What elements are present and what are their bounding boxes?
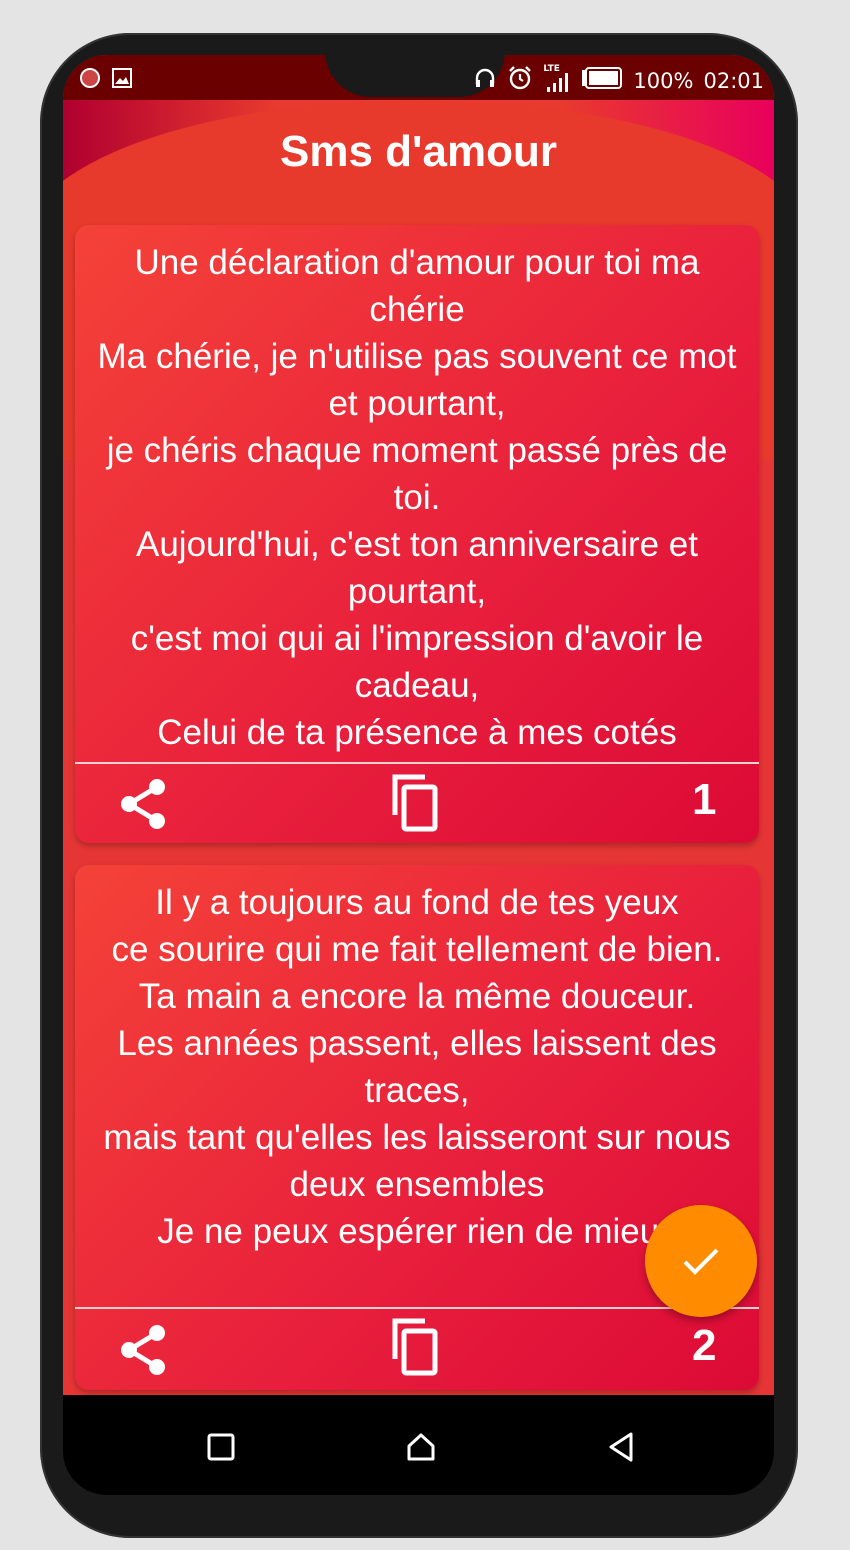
card-divider [75, 1307, 759, 1309]
home-button[interactable] [399, 1425, 443, 1469]
check-icon [683, 1248, 719, 1275]
share-button[interactable] [119, 1323, 169, 1381]
message-line: je chéris chaque moment passé près de to… [106, 431, 728, 517]
message-line: Aujourd'hui, c'est ton anniversaire et p… [135, 525, 699, 611]
copy-button[interactable] [389, 773, 441, 837]
message-number: 2 [692, 1321, 717, 1370]
share-icon [121, 1325, 165, 1375]
message-card: Une déclaration d'amour pour toi ma chér… [75, 225, 759, 843]
message-line: mais tant qu'elles les laisseront sur no… [103, 1118, 731, 1204]
copy-icon [392, 1318, 438, 1376]
message-text[interactable]: Une déclaration d'amour pour toi ma chér… [75, 239, 759, 759]
status-bar: LTE 100% 02:01 [63, 55, 774, 100]
message-number: 1 [692, 775, 717, 824]
image-icon [111, 67, 133, 94]
battery-percent: 100% [633, 68, 694, 93]
copy-button[interactable] [389, 1317, 441, 1381]
message-line: Ma chérie, je n'utilise pas souvent ce m… [97, 337, 737, 423]
message-line: Il y a toujours au fond de tes yeux [155, 883, 679, 922]
share-icon [121, 779, 165, 829]
back-button[interactable] [599, 1425, 643, 1469]
recents-button[interactable] [199, 1425, 243, 1469]
message-line: Celui de ta présence à mes cotés [157, 713, 677, 752]
fab-check-button[interactable] [645, 1205, 757, 1317]
clock: 02:01 [703, 68, 764, 93]
message-line: Ta main a encore la même douceur. [138, 977, 696, 1016]
navigation-bar [63, 1395, 774, 1495]
headphones-icon [473, 66, 497, 95]
message-line: Les années passent, elles laissent des t… [117, 1024, 717, 1110]
back-icon [609, 1432, 633, 1462]
page-title: Sms d'amour [280, 127, 557, 176]
message-line: Une déclaration d'amour pour toi ma chér… [134, 243, 700, 329]
message-line: c'est moi qui ai l'impression d'avoir le… [130, 619, 704, 705]
home-icon [407, 1433, 435, 1461]
recording-icon [79, 67, 101, 94]
message-line: ce sourire qui me fait tellement de bien… [111, 930, 723, 969]
screen: LTE 100% 02:01 Sms d'amour Une déclarati… [63, 55, 774, 1410]
share-button[interactable] [119, 777, 169, 835]
copy-icon [392, 774, 438, 832]
message-card: Il y a toujours au fond de tes yeux ce s… [75, 865, 759, 1390]
signal-icon: LTE [543, 64, 571, 94]
battery-icon [581, 67, 623, 94]
card-divider [75, 762, 759, 764]
alarm-icon [507, 65, 533, 96]
square-icon [207, 1433, 235, 1461]
